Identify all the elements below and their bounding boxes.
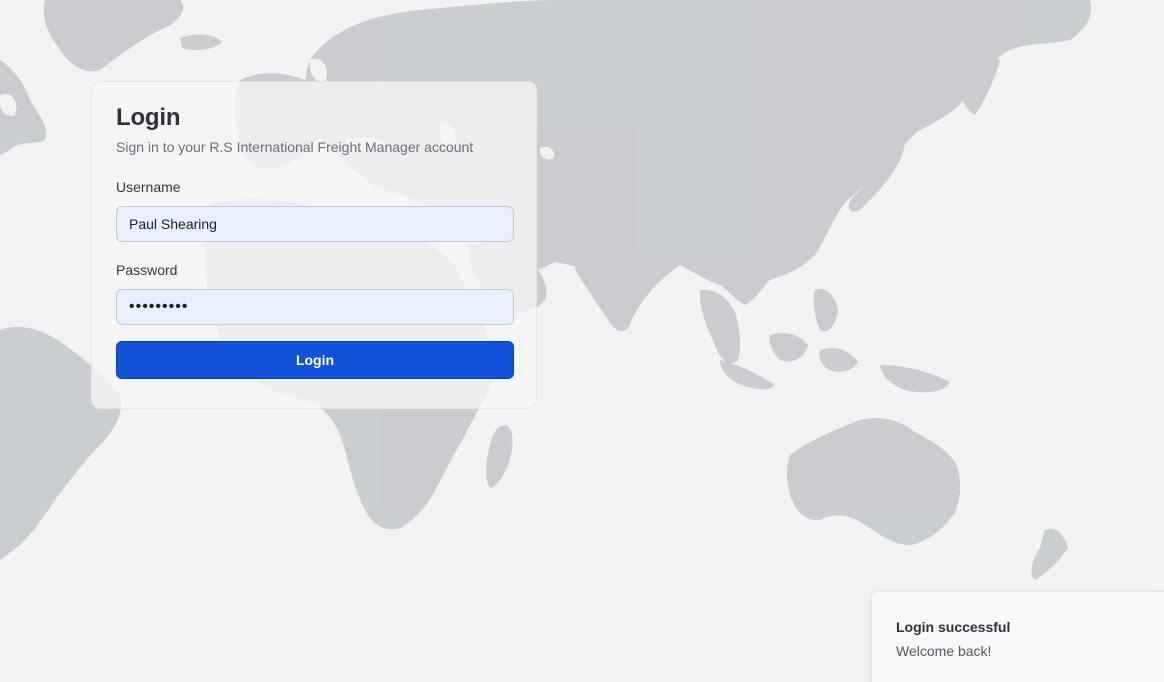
login-card: Login Sign in to your R.S International …: [91, 81, 537, 409]
page-title: Login: [116, 104, 181, 131]
map-indonesia-3: [819, 348, 858, 372]
map-australia: [787, 418, 961, 546]
toast-message: Welcome back!: [896, 643, 992, 659]
login-button[interactable]: Login: [116, 341, 514, 379]
map-se-asia: [700, 289, 741, 364]
password-input[interactable]: [116, 289, 514, 325]
map-new-zealand: [1031, 528, 1068, 580]
map-madagascar: [486, 425, 513, 488]
map-new-guinea: [880, 365, 950, 393]
page-subtitle: Sign in to your R.S International Freigh…: [116, 139, 474, 155]
password-label: Password: [116, 262, 178, 278]
map-indonesia-2: [769, 333, 808, 362]
map-iceland: [180, 34, 222, 50]
map-indonesia-1: [720, 360, 775, 390]
toast-title: Login successful: [896, 619, 1011, 635]
map-greenland: [43, 0, 184, 72]
username-input[interactable]: [116, 206, 514, 242]
toast-notification: Login successful Welcome back!: [871, 591, 1164, 682]
map-philippines: [813, 288, 838, 332]
username-label: Username: [116, 179, 181, 195]
